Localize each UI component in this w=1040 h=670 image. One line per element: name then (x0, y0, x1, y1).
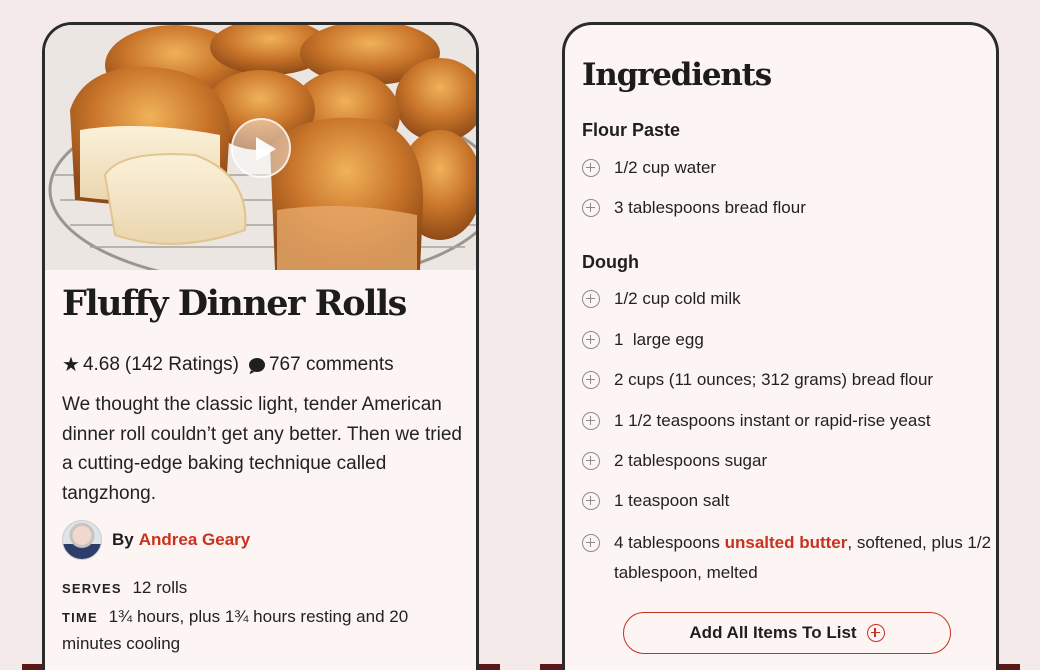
ingredient-item: 1/2 cup water (582, 153, 992, 183)
star-icon: ★ (62, 354, 80, 376)
ingredient-item: 4 tablespoons unsalted butter, softened,… (582, 528, 992, 588)
recipe-video-thumbnail[interactable] (45, 25, 476, 270)
ingredient-text: 2 tablespoons sugar (614, 451, 768, 470)
comments-link[interactable]: 767 comments (269, 354, 394, 376)
author-avatar (62, 520, 102, 560)
ingredients-title: Ingredients (582, 57, 772, 93)
plus-circle-icon[interactable] (582, 452, 600, 470)
plus-circle-icon[interactable] (582, 492, 600, 510)
ingredient-item: 1 1/2 teaspoons instant or rapid-rise ye… (582, 406, 992, 436)
serves-label: SERVES (62, 581, 122, 596)
add-all-label: Add All Items To List (689, 623, 857, 642)
ingredient-item: 3 tablespoons bread flour (582, 193, 992, 223)
ingredient-item: 2 cups (11 ounces; 312 grams) bread flou… (582, 365, 992, 395)
plus-circle-icon[interactable] (582, 159, 600, 177)
recipe-title: Fluffy Dinner Rolls (62, 283, 407, 324)
plus-circle-icon[interactable] (582, 199, 600, 217)
ingredient-text: 3 tablespoons bread flour (614, 198, 806, 217)
ingredients-card: Ingredients Flour Paste 1/2 cup water 3 … (562, 22, 999, 670)
add-all-items-button[interactable]: Add All Items To List (623, 612, 951, 654)
plus-circle-icon[interactable] (582, 412, 600, 430)
ingredient-item: 1 large egg (582, 325, 992, 355)
unsalted-butter-link[interactable]: unsalted butter (725, 533, 848, 552)
butter-prefix: 4 tablespoons (614, 533, 725, 552)
ingredient-text: 1/2 cup cold milk (614, 289, 741, 308)
ingredient-text: 2 cups (11 ounces; 312 grams) bread flou… (614, 370, 934, 389)
time-value: 1¾ hours, plus 1¾ hours resting and 20 m… (62, 607, 409, 653)
ingredient-text: 1 large egg (614, 330, 704, 349)
comment-icon (248, 357, 265, 372)
plus-circle-icon[interactable] (582, 534, 600, 552)
ingredient-item: 2 tablespoons sugar (582, 446, 992, 476)
ingredient-text: 1 teaspoon salt (614, 491, 730, 510)
time-label: TIME (62, 610, 98, 625)
ingredient-text: 1 1/2 teaspoons instant or rapid-rise ye… (614, 411, 931, 430)
ingredient-item: 1/2 cup cold milk (582, 284, 992, 314)
author-row: By Andrea Geary (62, 520, 250, 560)
plus-circle-icon[interactable] (582, 290, 600, 308)
serves-row: SERVES 12 rolls (62, 578, 187, 598)
section-heading-flour-paste: Flour Paste (582, 120, 681, 140)
recipe-card: Fluffy Dinner Rolls ★ 4.68 (142 Ratings)… (42, 22, 479, 670)
plus-circle-icon[interactable] (582, 371, 600, 389)
play-icon[interactable] (231, 118, 291, 178)
ratings-count[interactable]: (142 Ratings) (125, 354, 239, 376)
plus-circle-icon (866, 624, 885, 642)
by-label: By (112, 530, 134, 549)
section-heading-dough: Dough (582, 252, 639, 272)
time-row: TIME 1¾ hours, plus 1¾ hours resting and… (62, 604, 462, 657)
rating-value[interactable]: 4.68 (83, 354, 120, 376)
ingredient-text: 1/2 cup water (614, 158, 717, 177)
ingredient-item: 1 teaspoon salt (582, 486, 992, 516)
plus-circle-icon[interactable] (582, 331, 600, 349)
ingredient-text: 4 tablespoons unsalted butter, softened,… (614, 528, 992, 588)
recipe-description: We thought the classic light, tender Ame… (62, 394, 462, 504)
rating-row: ★ 4.68 (142 Ratings) 767 comments (62, 352, 394, 377)
serves-value: 12 rolls (132, 578, 188, 597)
author-link[interactable]: Andrea Geary (139, 530, 251, 550)
